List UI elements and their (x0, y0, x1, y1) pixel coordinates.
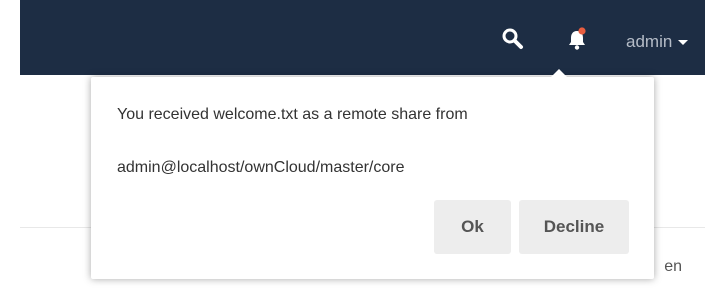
bell-icon (569, 27, 586, 50)
notifications-button[interactable] (564, 25, 590, 53)
search-button[interactable] (500, 26, 526, 52)
top-header-bar: admin (20, 0, 705, 75)
ok-button[interactable]: Ok (434, 200, 511, 254)
dialog-pointer (551, 69, 567, 77)
dialog-message: You received welcome.txt as a remote sha… (117, 106, 468, 123)
user-name: admin (626, 32, 673, 51)
remote-share-dialog: You received welcome.txt as a remote sha… (91, 69, 654, 279)
dialog-share-source: admin@localhost/ownCloud/master/core (117, 159, 405, 176)
search-icon (502, 28, 523, 49)
caret-down-icon (678, 39, 689, 45)
decline-button[interactable]: Decline (519, 200, 629, 254)
user-menu-toggle[interactable]: admin (626, 31, 689, 53)
